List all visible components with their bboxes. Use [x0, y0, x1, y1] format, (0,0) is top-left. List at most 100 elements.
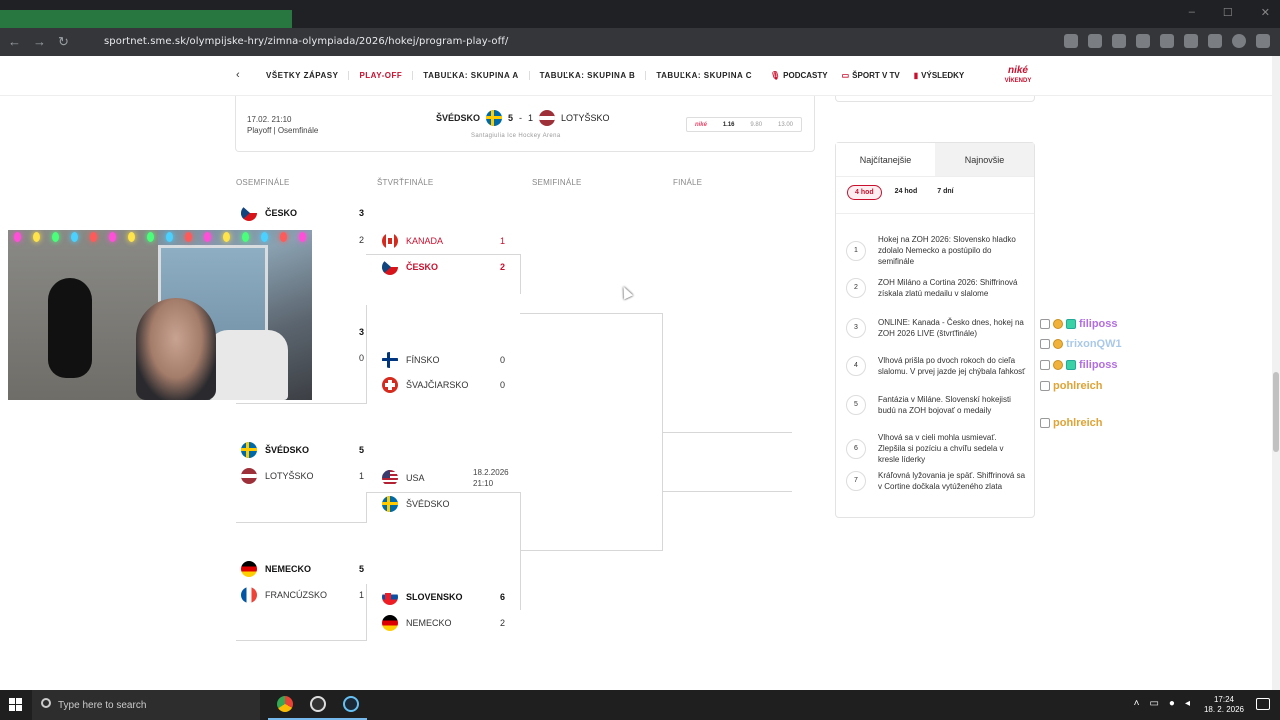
- article-item[interactable]: 5 Fantázia v Miláne. Slovenskí hokejisti …: [846, 394, 1026, 416]
- media-icon[interactable]: [1208, 34, 1222, 48]
- odds-away[interactable]: 13.00: [778, 122, 793, 128]
- article-item[interactable]: 6 Vlhová sa v cieli mohla usmievať. Zlepš…: [846, 432, 1026, 465]
- filter-7d[interactable]: 7 dní: [930, 185, 960, 200]
- r16-team[interactable]: FRANCÚZSKO 1: [241, 587, 364, 603]
- chat-badge-icon: [1040, 418, 1050, 428]
- nav-vysledky[interactable]: ▮ VÝSLEDKY: [914, 71, 965, 80]
- col-finale: FINÁLE: [673, 178, 703, 187]
- article-rank: 3: [846, 318, 866, 338]
- sweden-flag-icon: [382, 496, 398, 512]
- panel-tabs: Najčítanejšie Najnovšie: [836, 143, 1034, 177]
- microphone-icon[interactable]: ●: [1169, 698, 1175, 709]
- latvia-flag-icon: [539, 110, 556, 126]
- nav-link[interactable]: TABUĽKA: SKUPINA C: [646, 71, 762, 80]
- reload-icon[interactable]: ↻: [58, 34, 69, 50]
- r16-team[interactable]: ČESKO 3: [241, 205, 364, 221]
- menu-icon[interactable]: [1256, 34, 1270, 48]
- most-read-panel: Najčítanejšie Najnovšie 4 hod 24 hod 7 d…: [835, 142, 1035, 518]
- chat-username: filiposs: [1079, 318, 1118, 330]
- extension-icon[interactable]: [1112, 34, 1126, 48]
- install-icon[interactable]: [1064, 34, 1078, 48]
- chat-message: pohlreich: [1040, 417, 1103, 429]
- chat-badge-icon: [1040, 339, 1050, 349]
- light-bulb: [204, 232, 211, 242]
- minimize-icon[interactable]: –: [1189, 6, 1195, 19]
- nav-link[interactable]: TABUĽKA: SKUPINA A: [413, 71, 530, 80]
- chat-badge-icon: [1040, 319, 1050, 329]
- bookmark-star-icon[interactable]: [1088, 34, 1102, 48]
- r16-team[interactable]: NEMECKO 5: [241, 561, 364, 577]
- nav-podcasty[interactable]: 🎙 PODCASTY: [770, 71, 828, 80]
- close-icon[interactable]: ✕: [1261, 6, 1270, 19]
- network-icon[interactable]: ▭: [1149, 698, 1158, 709]
- volume-icon[interactable]: ◂: [1185, 698, 1190, 709]
- chat-badge-icon: [1066, 360, 1076, 370]
- obs-app[interactable]: [301, 690, 334, 720]
- sponsor-logo[interactable]: niké VÍKENDY: [1000, 66, 1036, 88]
- chat-message: trixonQW1: [1040, 338, 1122, 350]
- filter-4h[interactable]: 4 hod: [847, 185, 882, 200]
- bracket-line: [662, 491, 792, 492]
- taskbar-search[interactable]: Type here to search: [32, 690, 260, 720]
- article-item[interactable]: 2 ZOH Miláno a Cortina 2026: Shiffrinová …: [846, 277, 1026, 299]
- sweden-flag-icon: [241, 442, 257, 458]
- chevron-up-icon[interactable]: ˄: [1134, 698, 1140, 709]
- scrollbar-thumb[interactable]: [1273, 372, 1279, 452]
- odds-home[interactable]: 1.16: [723, 122, 735, 128]
- tab-najnovsie[interactable]: Najnovšie: [935, 143, 1034, 176]
- nav-buttons: ← → ↻: [8, 34, 69, 50]
- forward-arrow-icon[interactable]: →: [33, 34, 46, 50]
- article-title: ZOH Miláno a Cortina 2026: Shiffrinová z…: [878, 278, 1018, 298]
- article-rank: 6: [846, 438, 866, 459]
- article-item[interactable]: 1 Hokej na ZOH 2026: Slovensko hladko zdo…: [846, 234, 1026, 267]
- nav-link[interactable]: VŠETKY ZÁPASY: [256, 71, 350, 80]
- window-controls: – ☐ ✕: [1189, 6, 1270, 19]
- steam-app[interactable]: [334, 690, 367, 720]
- article-title: Vlhová sa v cieli mohla usmievať. Zlepši…: [878, 433, 1004, 464]
- nav-link[interactable]: PLAY-OFF: [349, 71, 414, 80]
- qf-team[interactable]: SLOVENSKO 6: [382, 589, 505, 605]
- article-item[interactable]: 4 Vlhová prišla po dvoch rokoch do cieľa …: [846, 355, 1026, 377]
- notification-icon[interactable]: [1256, 698, 1270, 710]
- light-bulb: [71, 232, 78, 242]
- nav-back-icon[interactable]: ‹: [236, 69, 240, 81]
- extension-icon[interactable]: [1136, 34, 1150, 48]
- tab-najcitanejsie[interactable]: Najčítanejšie: [836, 143, 935, 176]
- nav-sport-v-tv[interactable]: ▭ ŠPORT V TV: [842, 71, 900, 80]
- light-bulb: [14, 232, 21, 242]
- url-field[interactable]: sportnet.sme.sk/olympijske-hry/zimna-oly…: [104, 36, 508, 47]
- light-bulb: [299, 232, 306, 242]
- article-item[interactable]: 3 ONLINE: Kanada - Česko dnes, hokej na Z…: [846, 317, 1026, 339]
- chat-username: pohlreich: [1053, 380, 1103, 392]
- qf-team[interactable]: ŠVAJČIARSKO 0: [382, 377, 505, 393]
- browser-titlebar: – ☐ ✕: [0, 0, 1280, 36]
- col-osemfinale: OSEMFINÁLE: [236, 178, 290, 187]
- qf-team[interactable]: FÍNSKO 0: [382, 352, 505, 368]
- article-rank: 7: [846, 471, 866, 491]
- light-bulb: [185, 232, 192, 242]
- filter-24h[interactable]: 24 hod: [888, 185, 925, 200]
- france-flag-icon: [241, 587, 257, 603]
- chrome-app[interactable]: [268, 690, 301, 720]
- back-arrow-icon[interactable]: ←: [8, 34, 21, 50]
- r16-team[interactable]: ŠVÉDSKO 5: [241, 442, 364, 458]
- page-scrollbar[interactable]: [1272, 56, 1280, 690]
- article-item[interactable]: 7 Kráľovná lyžovania je späť. Shiffrinová…: [846, 470, 1026, 492]
- r16-team[interactable]: LOTYŠSKO 1: [241, 468, 364, 484]
- qf-team[interactable]: ČESKO 2: [382, 259, 505, 275]
- webcam-mask: [48, 278, 92, 378]
- match-card[interactable]: 17.02. 21:10 Playoff | Osemfinále ŠVÉDSK…: [235, 96, 815, 152]
- nav-link[interactable]: TABUĽKA: SKUPINA B: [530, 71, 647, 80]
- light-bulb: [109, 232, 116, 242]
- qf-team[interactable]: KANADA 1: [382, 233, 505, 249]
- windows-start-icon[interactable]: [9, 698, 23, 712]
- profile-avatar[interactable]: [1232, 34, 1246, 48]
- odds-box[interactable]: niké 1.16 9.80 13.00: [686, 117, 802, 132]
- qf-team[interactable]: NEMECKO 2: [382, 615, 505, 631]
- odds-draw[interactable]: 9.80: [750, 122, 762, 128]
- maximize-icon[interactable]: ☐: [1223, 6, 1233, 19]
- puzzle-icon[interactable]: [1184, 34, 1198, 48]
- qf-team[interactable]: ŠVÉDSKO: [382, 496, 492, 512]
- taskbar-clock[interactable]: 17:24 18. 2. 2026: [1204, 695, 1244, 715]
- extension-icon[interactable]: [1160, 34, 1174, 48]
